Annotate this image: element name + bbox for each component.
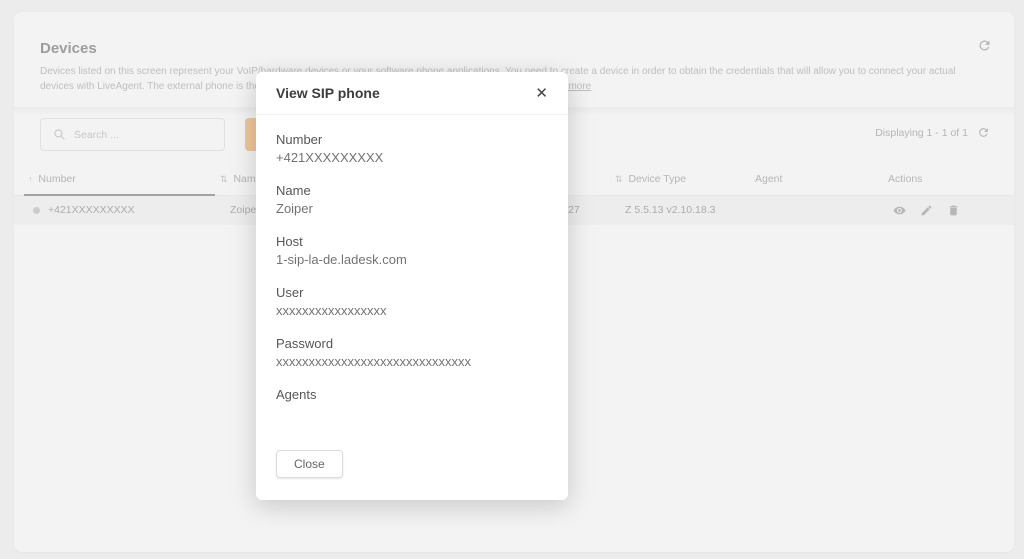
modal-header: View SIP phone ✕ xyxy=(256,72,568,115)
close-button[interactable]: Close xyxy=(276,450,343,478)
field-host: Host 1-sip-la-de.ladesk.com xyxy=(276,233,548,269)
field-label: Host xyxy=(276,233,548,251)
view-sip-phone-modal: View SIP phone ✕ Number +421XXXXXXXXX Na… xyxy=(256,72,568,500)
field-value: xxxxxxxxxxxxxxxxx xyxy=(276,302,548,320)
field-value: xxxxxxxxxxxxxxxxxxxxxxxxxxxxxx xyxy=(276,353,548,371)
field-value xyxy=(276,404,548,422)
field-user: User xxxxxxxxxxxxxxxxx xyxy=(276,284,548,320)
field-number: Number +421XXXXXXXXX xyxy=(276,131,548,167)
field-label: User xyxy=(276,284,548,302)
modal-title: View SIP phone xyxy=(276,85,380,101)
field-value: +421XXXXXXXXX xyxy=(276,149,548,167)
devices-page: Devices Devices listed on this screen re… xyxy=(0,0,1024,559)
field-value: 1-sip-la-de.ladesk.com xyxy=(276,251,548,269)
close-icon[interactable]: ✕ xyxy=(531,82,552,104)
field-password: Password xxxxxxxxxxxxxxxxxxxxxxxxxxxxxx xyxy=(276,335,548,371)
field-value: Zoiper xyxy=(276,200,548,218)
field-name: Name Zoiper xyxy=(276,182,548,218)
field-label: Password xyxy=(276,335,548,353)
field-label: Name xyxy=(276,182,548,200)
modal-body: Number +421XXXXXXXXX Name Zoiper Host 1-… xyxy=(256,115,568,422)
field-label: Number xyxy=(276,131,548,149)
modal-footer: Close xyxy=(256,437,568,478)
field-agents: Agents xyxy=(276,386,548,422)
field-label: Agents xyxy=(276,386,548,404)
